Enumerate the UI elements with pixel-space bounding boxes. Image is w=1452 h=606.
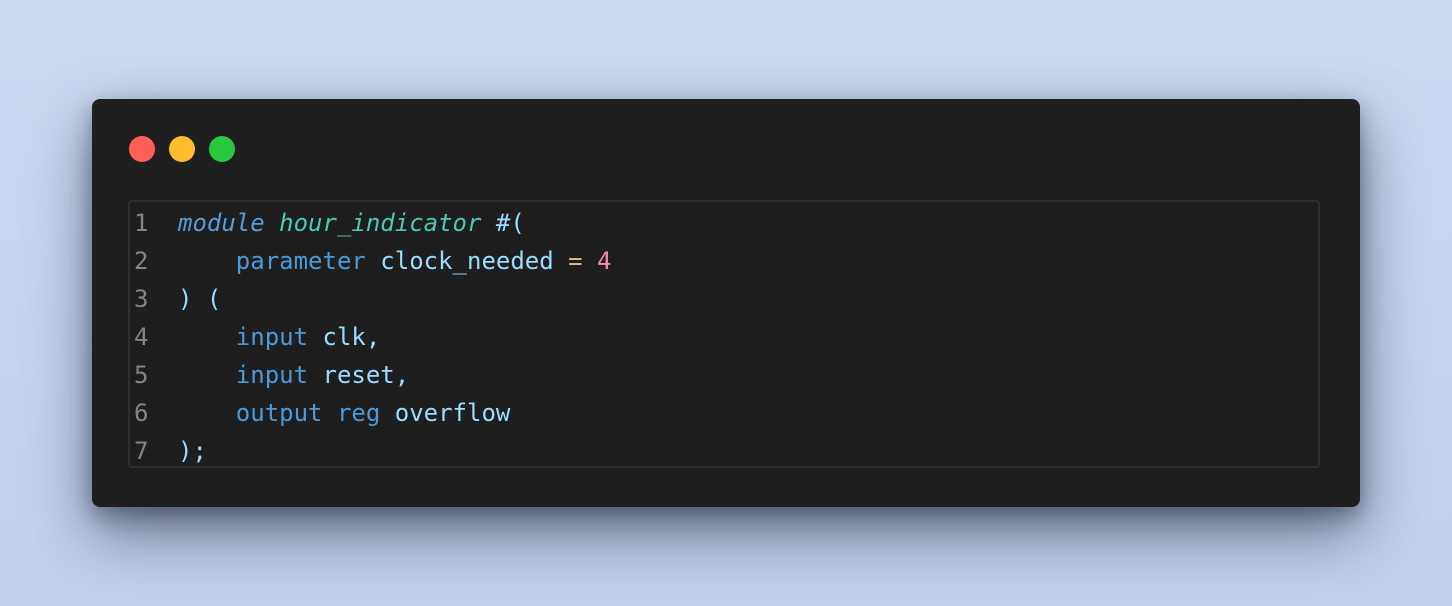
minimize-button[interactable]: [169, 136, 195, 162]
code-line: 4 input clk,: [130, 318, 1318, 356]
code-line: 2 parameter clock_needed = 4: [130, 242, 1318, 280]
code-text: output reg overflow: [178, 394, 511, 432]
code-token: =: [568, 247, 583, 275]
code-token: clk,: [308, 323, 381, 351]
line-number: 4: [134, 323, 149, 351]
line-number: 7: [134, 437, 149, 465]
code-token: reset,: [308, 361, 410, 389]
code-line: 5 input reset,: [130, 356, 1318, 394]
maximize-button[interactable]: [209, 136, 235, 162]
code-text: module hour_indicator #(: [178, 204, 525, 242]
code-token: ) (: [178, 285, 222, 313]
code-token: module: [178, 209, 265, 237]
line-number: 3: [134, 285, 149, 313]
line-number: 6: [134, 399, 149, 427]
code-token: 4: [597, 247, 612, 275]
code-token: hour_indicator: [279, 209, 482, 237]
code-token: input: [235, 361, 309, 389]
code-text: ) (: [178, 280, 221, 318]
code-line: 3 ) (: [130, 280, 1318, 318]
code-token: input: [235, 323, 309, 351]
code-window: 1 module hour_indicator #(2 parameter clo…: [92, 99, 1360, 507]
code-token: clock_needed: [365, 247, 569, 275]
line-number: 2: [134, 247, 149, 275]
line-number: 5: [134, 361, 149, 389]
code-text: input reset,: [178, 356, 409, 394]
code-token: parameter: [235, 247, 366, 275]
code-token: reg: [336, 399, 381, 427]
close-button[interactable]: [129, 136, 155, 162]
code-token: );: [178, 437, 207, 465]
code-line: 7);: [130, 432, 1318, 470]
code-token: #(: [481, 209, 525, 237]
code-token: overflow: [380, 399, 511, 427]
code-line: 1 module hour_indicator #(: [130, 204, 1318, 242]
code-text: input clk,: [178, 318, 381, 356]
code-editor[interactable]: 1 module hour_indicator #(2 parameter clo…: [128, 200, 1320, 468]
line-number: 1: [134, 209, 149, 237]
code-token: output: [235, 399, 323, 427]
code-text: );: [178, 432, 207, 470]
code-line: 6 output reg overflow: [130, 394, 1318, 432]
code-text: parameter clock_needed = 4: [178, 242, 612, 280]
